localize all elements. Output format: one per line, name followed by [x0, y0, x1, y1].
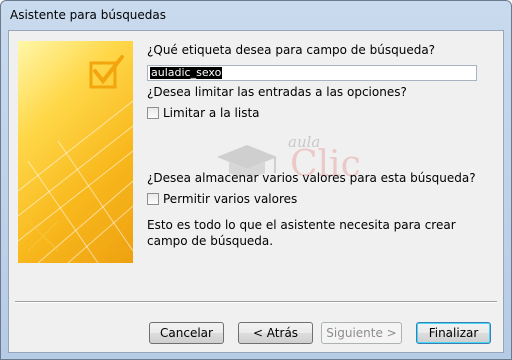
limit-to-list-option[interactable]: Limitar a la lista: [147, 105, 260, 121]
limit-to-list-label[interactable]: Limitar a la lista: [163, 106, 260, 120]
limit-to-list-checkbox[interactable]: [147, 107, 159, 119]
label-question: ¿Qué etiqueta desea para campo de búsque…: [147, 43, 436, 57]
finish-note: Esto es todo lo que el asistente necesit…: [147, 218, 456, 248]
title-bar[interactable]: Asistente para búsquedas: [1, 1, 511, 29]
separator: [15, 301, 497, 303]
limit-question: ¿Desea limitar las entradas a las opcion…: [147, 85, 407, 99]
wizard-body: ¿Qué etiqueta desea para campo de búsque…: [8, 30, 504, 353]
label-input[interactable]: auladic_sexo: [147, 65, 477, 81]
cancel-button[interactable]: Cancelar: [149, 322, 224, 344]
allow-multiple-values-checkbox[interactable]: [147, 193, 159, 205]
multi-values-question: ¿Desea almacenar varios valores para est…: [147, 171, 476, 185]
allow-multiple-values-label[interactable]: Permitir varios valores: [163, 192, 297, 206]
window-title: Asistente para búsquedas: [10, 8, 167, 22]
finish-button[interactable]: Finalizar: [416, 322, 491, 344]
wizard-window: Asistente para búsquedas ¿Qué etiqueta d…: [0, 0, 512, 360]
back-button[interactable]: < Atrás: [238, 322, 313, 344]
allow-multiple-values-option[interactable]: Permitir varios valores: [147, 191, 297, 207]
aulaclic-watermark: aula Clic: [204, 133, 361, 195]
wizard-illustration: [18, 41, 133, 263]
checkbox-art-icon: [18, 55, 133, 263]
next-button[interactable]: Siguiente >: [321, 322, 402, 344]
label-input-value: auladic_sexo: [150, 66, 223, 79]
